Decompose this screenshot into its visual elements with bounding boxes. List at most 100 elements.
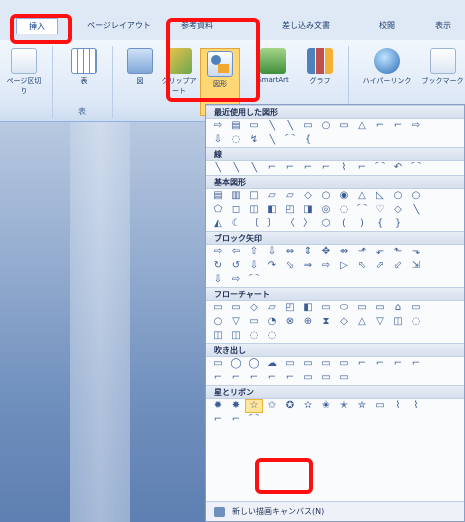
shape-item[interactable]: ⌐ [264, 372, 280, 384]
shape-item[interactable]: ▭ [372, 400, 388, 412]
shape-item[interactable]: ⌐ [354, 162, 370, 174]
shape-item[interactable]: ◯ [228, 358, 244, 370]
shape-item[interactable]: ◻ [228, 204, 244, 216]
shape-item[interactable]: ◧ [300, 302, 316, 314]
shape-item[interactable]: ◺ [372, 190, 388, 202]
shape-item[interactable]: ✪ [282, 400, 298, 412]
shape-item[interactable]: ▽ [228, 316, 244, 328]
new-drawing-canvas-item[interactable]: 新しい描画キャンバス(N) [206, 501, 464, 521]
shape-item[interactable]: ◯ [246, 358, 262, 370]
shape-item[interactable]: ⬐ [372, 246, 388, 258]
shape-item[interactable]: ▭ [300, 372, 316, 384]
shape-item[interactable]: ⇩ [210, 134, 226, 146]
shape-item[interactable]: ◨ [300, 204, 316, 216]
bookmark-button[interactable]: ブックマーク [420, 48, 465, 86]
shape-item[interactable]: ◌ [246, 330, 262, 342]
shape-item[interactable]: ▭ [246, 316, 262, 328]
shape-item[interactable]: ◇ [246, 302, 262, 314]
shape-item[interactable]: ✸ [228, 400, 244, 412]
page-break-button[interactable]: ページ区切り [4, 48, 44, 96]
shape-item[interactable]: ⌂ [390, 302, 406, 314]
shape-item[interactable]: △ [354, 190, 370, 202]
shape-item[interactable]: ▤ [210, 190, 226, 202]
shape-item[interactable]: □ [246, 190, 262, 202]
shape-item[interactable]: ○ [210, 316, 226, 328]
shape-item[interactable]: ⌐ [282, 162, 298, 174]
shape-item[interactable]: ◇ [390, 204, 406, 216]
shape-item[interactable]: ⌐ [390, 120, 406, 132]
shape-item[interactable]: ▭ [246, 120, 262, 132]
shape-item[interactable]: ⌐ [246, 372, 262, 384]
shape-item[interactable]: ◭ [210, 218, 226, 230]
shape-item[interactable]: ↶ [390, 162, 406, 174]
shape-item[interactable]: ╲ [246, 162, 262, 174]
shape-item[interactable]: ⇨ [318, 260, 334, 272]
shape-item[interactable]: ( [336, 218, 352, 230]
shape-item[interactable]: ⌐ [354, 358, 370, 370]
shape-item[interactable]: ▭ [318, 302, 334, 314]
shape-item[interactable]: ◫ [210, 330, 226, 342]
shape-item[interactable]: ⌇ [390, 400, 406, 412]
tab-review[interactable]: 校閲 [370, 18, 404, 34]
shape-item[interactable]: ◇ [300, 190, 316, 202]
shape-item[interactable]: 〔 [246, 218, 262, 230]
shape-item[interactable]: { [372, 218, 388, 230]
shape-item[interactable]: ▱ [264, 190, 280, 202]
shape-item[interactable]: ⇦ [228, 246, 244, 258]
shape-item[interactable]: ⌐ [390, 358, 406, 370]
chart-button[interactable]: グラフ [300, 48, 340, 86]
shape-item[interactable]: ╲ [228, 162, 244, 174]
shape-item[interactable]: ◫ [228, 330, 244, 342]
shape-item[interactable]: ⌐ [264, 162, 280, 174]
shape-item[interactable]: ▭ [336, 358, 352, 370]
shape-item[interactable]: ⬀ [372, 260, 388, 272]
shape-item[interactable]: ▭ [282, 358, 298, 370]
shape-item[interactable]: ⌐ [372, 358, 388, 370]
shape-item[interactable]: ▭ [318, 358, 334, 370]
shape-item[interactable]: ⇒ [300, 260, 316, 272]
shape-item[interactable]: ⌒ [246, 414, 262, 426]
shape-item[interactable]: ▷ [336, 260, 352, 272]
shape-item[interactable]: ✮ [354, 400, 370, 412]
shape-item[interactable]: ◌ [408, 316, 424, 328]
shape-item[interactable]: ⬏ [354, 246, 370, 258]
shape-item[interactable]: △ [354, 316, 370, 328]
shape-item[interactable]: ⬑ [390, 246, 406, 258]
shape-item[interactable]: ⌐ [210, 372, 226, 384]
table-button[interactable]: 表 [64, 48, 104, 86]
shape-item[interactable]: ⌒ [372, 162, 388, 174]
shape-item[interactable]: ⇲ [408, 260, 424, 272]
shape-item[interactable]: ⇨ [408, 120, 424, 132]
shape-item[interactable]: ◇ [336, 316, 352, 328]
hyperlink-button[interactable]: ハイパーリンク [356, 48, 418, 86]
shape-item[interactable]: ⌒ [408, 162, 424, 174]
shape-item[interactable]: ⊗ [282, 316, 298, 328]
shape-item[interactable]: ⌒ [354, 204, 370, 216]
tab-mailings[interactable]: 差し込み文書 [268, 18, 344, 34]
shape-item[interactable]: 〈 [282, 218, 298, 230]
shape-item[interactable]: ⬎ [408, 246, 424, 258]
shape-item[interactable]: ) [354, 218, 370, 230]
shape-item[interactable]: ↺ [228, 260, 244, 272]
shape-item[interactable]: ◌ [228, 134, 244, 146]
shape-item[interactable]: ⬡ [318, 218, 334, 230]
tab-page-layout[interactable]: ページレイアウト [84, 18, 154, 34]
shape-item[interactable]: ⇨ [228, 274, 244, 286]
shape-item[interactable]: ◎ [318, 204, 334, 216]
shape-item[interactable]: ⌐ [210, 414, 226, 426]
shape-item[interactable]: ⇨ [210, 120, 226, 132]
shape-item[interactable]: { [300, 134, 316, 146]
shape-item[interactable]: ⇧ [246, 246, 262, 258]
shape-item[interactable]: ○ [408, 190, 424, 202]
shape-item[interactable]: ⌒ [282, 134, 298, 146]
shape-item[interactable]: ⬭ [336, 302, 352, 314]
shape-item[interactable]: ♡ [372, 204, 388, 216]
shape-item[interactable]: ○ [318, 190, 334, 202]
shape-item[interactable]: ▱ [264, 302, 280, 314]
shape-item[interactable]: ⇩ [246, 260, 262, 272]
shape-item[interactable]: ◫ [390, 316, 406, 328]
shape-item[interactable]: ▤ [228, 120, 244, 132]
shape-item[interactable]: ✥ [318, 246, 334, 258]
shape-item[interactable]: ↻ [210, 260, 226, 272]
shape-item[interactable]: 〉 [300, 218, 316, 230]
